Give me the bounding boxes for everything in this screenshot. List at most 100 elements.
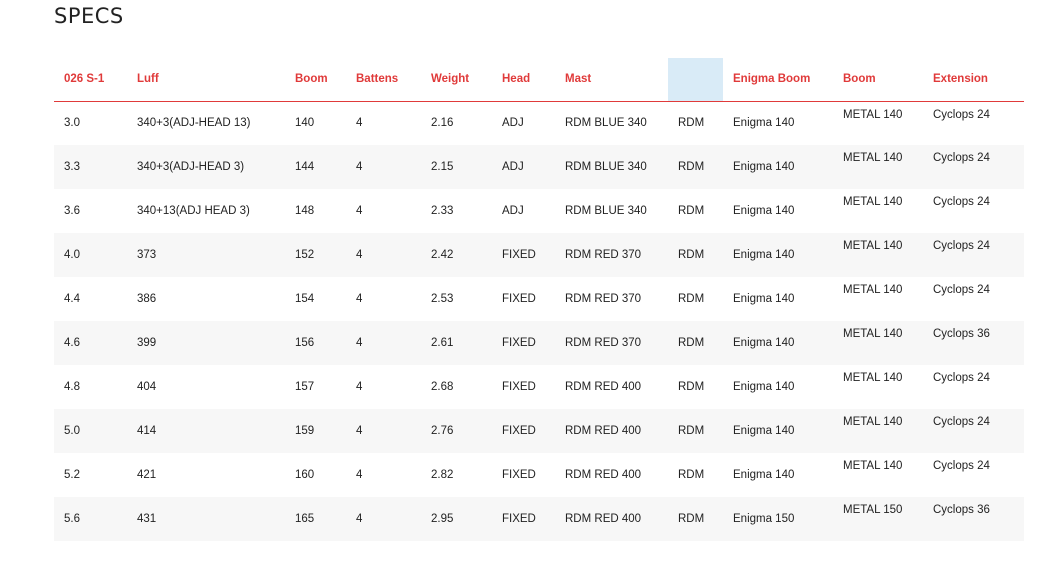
cell-mast-type: RDM bbox=[668, 233, 723, 277]
cell-head: FIXED bbox=[502, 469, 536, 481]
cell-head: ADJ bbox=[502, 117, 524, 130]
header-cell-enigma-boom: Enigma Boom bbox=[723, 58, 833, 102]
cell-boom-metal: METAL 140 bbox=[843, 108, 903, 121]
cell-luff: 340+3(ADJ-HEAD 3) bbox=[127, 145, 285, 189]
table-row: 4.6 399 156 4 2.61 FIXED RDM RED 370 RDM Enigma … bbox=[54, 321, 1024, 365]
cell-luff: 386 bbox=[137, 293, 157, 305]
cell-mast-type: RDM bbox=[668, 321, 723, 365]
cell-weight: 2.53 bbox=[431, 293, 454, 305]
cell-weight: 2.95 bbox=[421, 497, 492, 541]
cell-extension: Cyclops 36 bbox=[923, 321, 1024, 365]
cell-enigma-boom: Enigma 140 bbox=[723, 233, 833, 277]
cell-extension: Cyclops 24 bbox=[923, 145, 1024, 189]
cell-mast-type: RDM bbox=[668, 497, 723, 541]
specs-table-body: 3.0 340+3(ADJ-HEAD 13) 140 4 2.16 ADJ RDM BLUE… bbox=[54, 101, 1024, 541]
cell-weight: 2.82 bbox=[431, 469, 454, 481]
cell-size: 4.0 bbox=[54, 233, 127, 277]
cell-luff: 340+3(ADJ-HEAD 13) bbox=[137, 117, 251, 130]
cell-luff: 414 bbox=[127, 409, 285, 453]
header-cell-mast: Mast bbox=[555, 58, 668, 102]
table-row: 4.8 404 157 4 2.68 FIXED RDM RED 400 RDM Enigma … bbox=[54, 365, 1024, 409]
cell-size: 3.3 bbox=[54, 145, 127, 189]
cell-mast-type: RDM bbox=[678, 205, 705, 217]
cell-mast-type: RDM bbox=[678, 469, 705, 481]
cell-enigma-boom: Enigma 140 bbox=[733, 205, 795, 217]
cell-head: ADJ bbox=[492, 145, 555, 189]
cell-mast: RDM BLUE 340 bbox=[555, 145, 668, 189]
cell-boom-metal: METAL 140 bbox=[843, 460, 903, 472]
cell-head: FIXED bbox=[492, 497, 555, 541]
cell-extension: Cyclops 24 bbox=[933, 460, 990, 472]
cell-enigma-boom: Enigma 140 bbox=[733, 469, 795, 481]
header-cell-weight: Weight bbox=[421, 58, 492, 102]
table-row: 3.0 340+3(ADJ-HEAD 13) 140 4 2.16 ADJ RDM BLUE… bbox=[54, 101, 1024, 145]
cell-boom: 144 bbox=[285, 145, 346, 189]
table-row: 4.4 386 154 4 2.53 FIXED RDM RED 370 RDM Enigma … bbox=[54, 277, 1024, 321]
table-row: 4.0 373 152 4 2.42 FIXED RDM RED 370 RDM Enigma … bbox=[54, 233, 1024, 277]
cell-mast: RDM BLUE 340 bbox=[565, 117, 647, 130]
header-cell-head: Head bbox=[492, 58, 555, 102]
cell-size: 4.8 bbox=[64, 381, 80, 393]
cell-weight: 2.15 bbox=[421, 145, 492, 189]
cell-battens: 4 bbox=[346, 233, 421, 277]
cell-head: FIXED bbox=[502, 381, 536, 393]
cell-mast-type: RDM bbox=[678, 117, 705, 130]
cell-weight: 2.61 bbox=[421, 321, 492, 365]
cell-size: 5.6 bbox=[54, 497, 127, 541]
cell-head: FIXED bbox=[492, 233, 555, 277]
table-row: 3.6 340+13(ADJ HEAD 3) 148 4 2.33 ADJ RDM BLUE… bbox=[54, 189, 1024, 233]
cell-mast: RDM RED 400 bbox=[555, 497, 668, 541]
cell-battens: 4 bbox=[346, 321, 421, 365]
cell-boom-metal: METAL 150 bbox=[833, 497, 923, 541]
cell-size: 5.0 bbox=[54, 409, 127, 453]
cell-enigma-boom: Enigma 140 bbox=[733, 381, 795, 393]
cell-enigma-boom: Enigma 140 bbox=[723, 409, 833, 453]
specs-table-header: 026 S-1 Luff Boom Battens Weight Head Ma… bbox=[54, 58, 1024, 102]
cell-boom: 152 bbox=[285, 233, 346, 277]
cell-enigma-boom: Enigma 150 bbox=[723, 497, 833, 541]
cell-extension: Cyclops 24 bbox=[923, 233, 1024, 277]
cell-mast-type: RDM bbox=[678, 381, 705, 393]
cell-mast: RDM RED 370 bbox=[555, 233, 668, 277]
cell-enigma-boom: Enigma 140 bbox=[733, 293, 795, 305]
table-row: 3.3 340+3(ADJ-HEAD 3) 144 4 2.15 ADJ RDM BLUE … bbox=[54, 145, 1024, 189]
cell-weight: 2.76 bbox=[421, 409, 492, 453]
cell-mast: RDM RED 370 bbox=[565, 293, 642, 305]
cell-battens: 4 bbox=[356, 293, 363, 305]
cell-extension: Cyclops 24 bbox=[933, 196, 990, 208]
cell-weight: 2.33 bbox=[431, 205, 454, 217]
cell-size: 5.2 bbox=[64, 469, 80, 481]
cell-boom: 157 bbox=[295, 381, 315, 393]
cell-luff: 340+13(ADJ HEAD 3) bbox=[137, 205, 250, 217]
header-cell-size: 026 S-1 bbox=[54, 58, 127, 102]
cell-battens: 4 bbox=[356, 469, 363, 481]
cell-boom-metal: METAL 140 bbox=[843, 372, 903, 384]
cell-luff: 373 bbox=[127, 233, 285, 277]
table-row: 5.2 421 160 4 2.82 FIXED RDM RED 400 RDM Enigma … bbox=[54, 453, 1024, 497]
cell-mast-type: RDM bbox=[678, 293, 705, 305]
cell-enigma-boom: Enigma 140 bbox=[723, 321, 833, 365]
cell-boom: 156 bbox=[285, 321, 346, 365]
cell-boom: 140 bbox=[295, 117, 315, 130]
cell-enigma-boom: Enigma 140 bbox=[733, 117, 795, 130]
header-cell-battens: Battens bbox=[346, 58, 421, 102]
cell-mast: RDM BLUE 340 bbox=[565, 205, 647, 217]
cell-boom-metal: METAL 140 bbox=[843, 284, 903, 296]
cell-head: FIXED bbox=[492, 321, 555, 365]
cell-head: ADJ bbox=[502, 205, 524, 217]
cell-size: 3.0 bbox=[64, 117, 80, 130]
cell-luff: 421 bbox=[137, 469, 157, 481]
cell-boom-metal: METAL 140 bbox=[833, 321, 923, 365]
cell-mast: RDM RED 400 bbox=[565, 469, 642, 481]
cell-mast-type: RDM bbox=[668, 145, 723, 189]
cell-extension: Cyclops 24 bbox=[933, 108, 990, 121]
specs-table: 026 S-1 Luff Boom Battens Weight Head Ma… bbox=[54, 58, 1024, 541]
cell-luff: 431 bbox=[127, 497, 285, 541]
cell-mast: RDM RED 400 bbox=[555, 409, 668, 453]
cell-enigma-boom: Enigma 140 bbox=[723, 145, 833, 189]
cell-extension: Cyclops 24 bbox=[923, 409, 1024, 453]
header-cell-luff: Luff bbox=[127, 58, 285, 102]
cell-boom-metal: METAL 140 bbox=[833, 145, 923, 189]
cell-luff: 404 bbox=[137, 381, 157, 393]
header-cell-extension: Extension bbox=[923, 58, 1024, 102]
